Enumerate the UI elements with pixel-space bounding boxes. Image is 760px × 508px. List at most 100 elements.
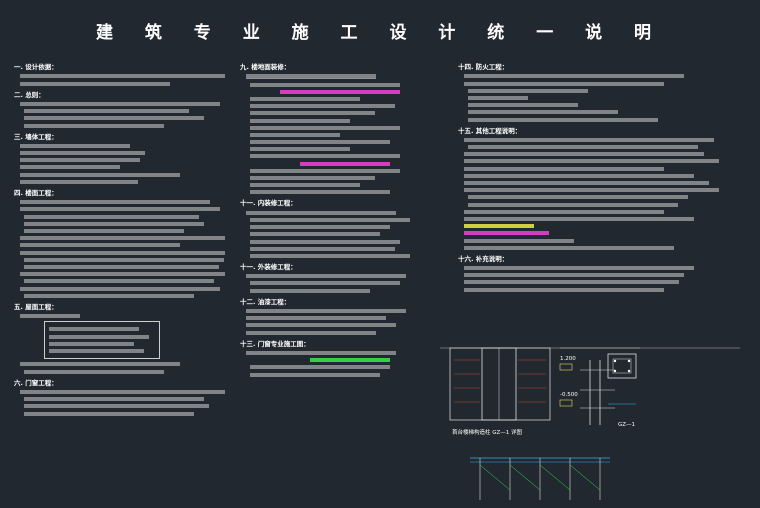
text-line bbox=[464, 81, 664, 86]
text-line bbox=[20, 200, 210, 205]
dimension-label: 1.200 bbox=[560, 356, 576, 362]
table-box bbox=[44, 321, 160, 360]
section-heading: 十六. 补充说明： bbox=[458, 254, 509, 263]
text-line bbox=[49, 334, 149, 339]
text-line bbox=[20, 286, 220, 291]
text-line bbox=[250, 104, 395, 109]
text-line bbox=[250, 183, 360, 188]
highlight-line bbox=[310, 358, 390, 363]
text-line bbox=[250, 217, 410, 222]
highlight-line bbox=[300, 161, 390, 166]
text-line bbox=[464, 245, 674, 250]
text-line bbox=[250, 82, 400, 87]
text-line bbox=[49, 349, 144, 354]
text-line bbox=[20, 143, 130, 148]
text-line bbox=[24, 257, 224, 262]
text-line bbox=[24, 264, 219, 269]
text-line bbox=[468, 95, 528, 100]
section-heading: 十一. 外装修工程： bbox=[240, 262, 297, 271]
highlight-line bbox=[280, 89, 400, 94]
text-line bbox=[250, 111, 375, 116]
text-line bbox=[24, 279, 214, 284]
text-line bbox=[250, 239, 400, 244]
text-line bbox=[246, 323, 396, 328]
text-line bbox=[20, 74, 225, 79]
text-line bbox=[250, 225, 390, 230]
text-line bbox=[468, 110, 618, 115]
text-line bbox=[250, 190, 390, 195]
text-line bbox=[49, 341, 134, 346]
text-line bbox=[24, 116, 204, 121]
text-line bbox=[20, 272, 225, 277]
text-line bbox=[464, 209, 664, 214]
text-line bbox=[464, 137, 714, 142]
text-line bbox=[20, 101, 220, 106]
text-line bbox=[246, 74, 376, 80]
text-line bbox=[250, 246, 395, 251]
text-line bbox=[20, 243, 180, 248]
text-line bbox=[464, 273, 684, 278]
text-line bbox=[246, 316, 386, 321]
text-line bbox=[246, 210, 396, 215]
text-line bbox=[24, 229, 184, 233]
text-line bbox=[464, 159, 719, 164]
text-line bbox=[20, 151, 145, 156]
text-line bbox=[20, 165, 120, 170]
text-line bbox=[250, 154, 400, 159]
text-line bbox=[250, 288, 370, 293]
text-line bbox=[464, 152, 704, 157]
text-line bbox=[250, 118, 350, 123]
text-line bbox=[250, 140, 390, 145]
text-line bbox=[250, 96, 360, 101]
gz-label: GZ—1 bbox=[618, 422, 636, 428]
section-heading: 十四. 防火工程： bbox=[458, 63, 509, 71]
highlight-line bbox=[464, 224, 534, 229]
text-line bbox=[250, 372, 380, 377]
text-line bbox=[464, 181, 709, 186]
left-column: 一. 设计依据： 二. 总则： 三. 墙体工程： 四. 楼面工程： 五. 屋面工… bbox=[14, 58, 232, 419]
detail-svg bbox=[440, 347, 740, 500]
text-line bbox=[464, 74, 684, 79]
text-line bbox=[250, 232, 380, 237]
text-line bbox=[246, 274, 406, 279]
text-line bbox=[250, 281, 400, 286]
right-column: 十四. 防火工程： 十五. 其他工程说明： 十六. 补充说明： bbox=[458, 58, 750, 295]
text-line bbox=[468, 117, 658, 122]
text-line bbox=[20, 236, 225, 241]
text-line bbox=[20, 250, 225, 255]
text-line bbox=[464, 188, 719, 193]
text-line bbox=[20, 179, 138, 184]
highlight-line bbox=[464, 231, 549, 236]
text-line bbox=[24, 293, 194, 298]
text-line bbox=[250, 365, 390, 370]
text-line bbox=[464, 238, 574, 243]
section-heading: 一. 设计依据： bbox=[14, 63, 58, 71]
text-line bbox=[464, 287, 664, 292]
section-heading: 十一. 内装修工程： bbox=[240, 199, 297, 208]
text-line bbox=[24, 397, 204, 402]
text-line bbox=[20, 389, 225, 394]
text-line bbox=[464, 166, 664, 171]
text-line bbox=[24, 404, 209, 409]
text-line bbox=[20, 362, 180, 367]
text-line bbox=[250, 132, 340, 137]
text-line bbox=[24, 411, 194, 416]
text-line bbox=[250, 176, 375, 181]
section-heading: 六. 门窗工程： bbox=[14, 378, 58, 387]
section-heading: 二. 总则： bbox=[14, 90, 45, 99]
middle-column: 九. 楼地面装修： 十一. 内装修工程： 十一. 外装修工程： 十二. 油漆工程… bbox=[240, 58, 440, 380]
section-heading: 三. 墙体工程： bbox=[14, 132, 58, 141]
text-line bbox=[24, 221, 204, 226]
detail-caption: 首台楼梯构造柱 GZ—1 详图 bbox=[452, 430, 523, 436]
dimension-label: -0.500 bbox=[560, 392, 578, 398]
column-detail-drawing: 首台楼梯构造柱 GZ—1 详图 GZ—1 1.200 -0.500 bbox=[440, 340, 740, 504]
text-line bbox=[250, 125, 400, 130]
text-line bbox=[246, 309, 406, 314]
section-heading: 五. 屋面工程： bbox=[14, 302, 58, 311]
text-line bbox=[246, 351, 396, 356]
section-heading: 九. 楼地面装修： bbox=[240, 63, 291, 71]
text-line bbox=[20, 81, 170, 86]
text-line bbox=[464, 266, 694, 271]
text-line bbox=[468, 145, 698, 150]
text-line bbox=[20, 314, 80, 319]
